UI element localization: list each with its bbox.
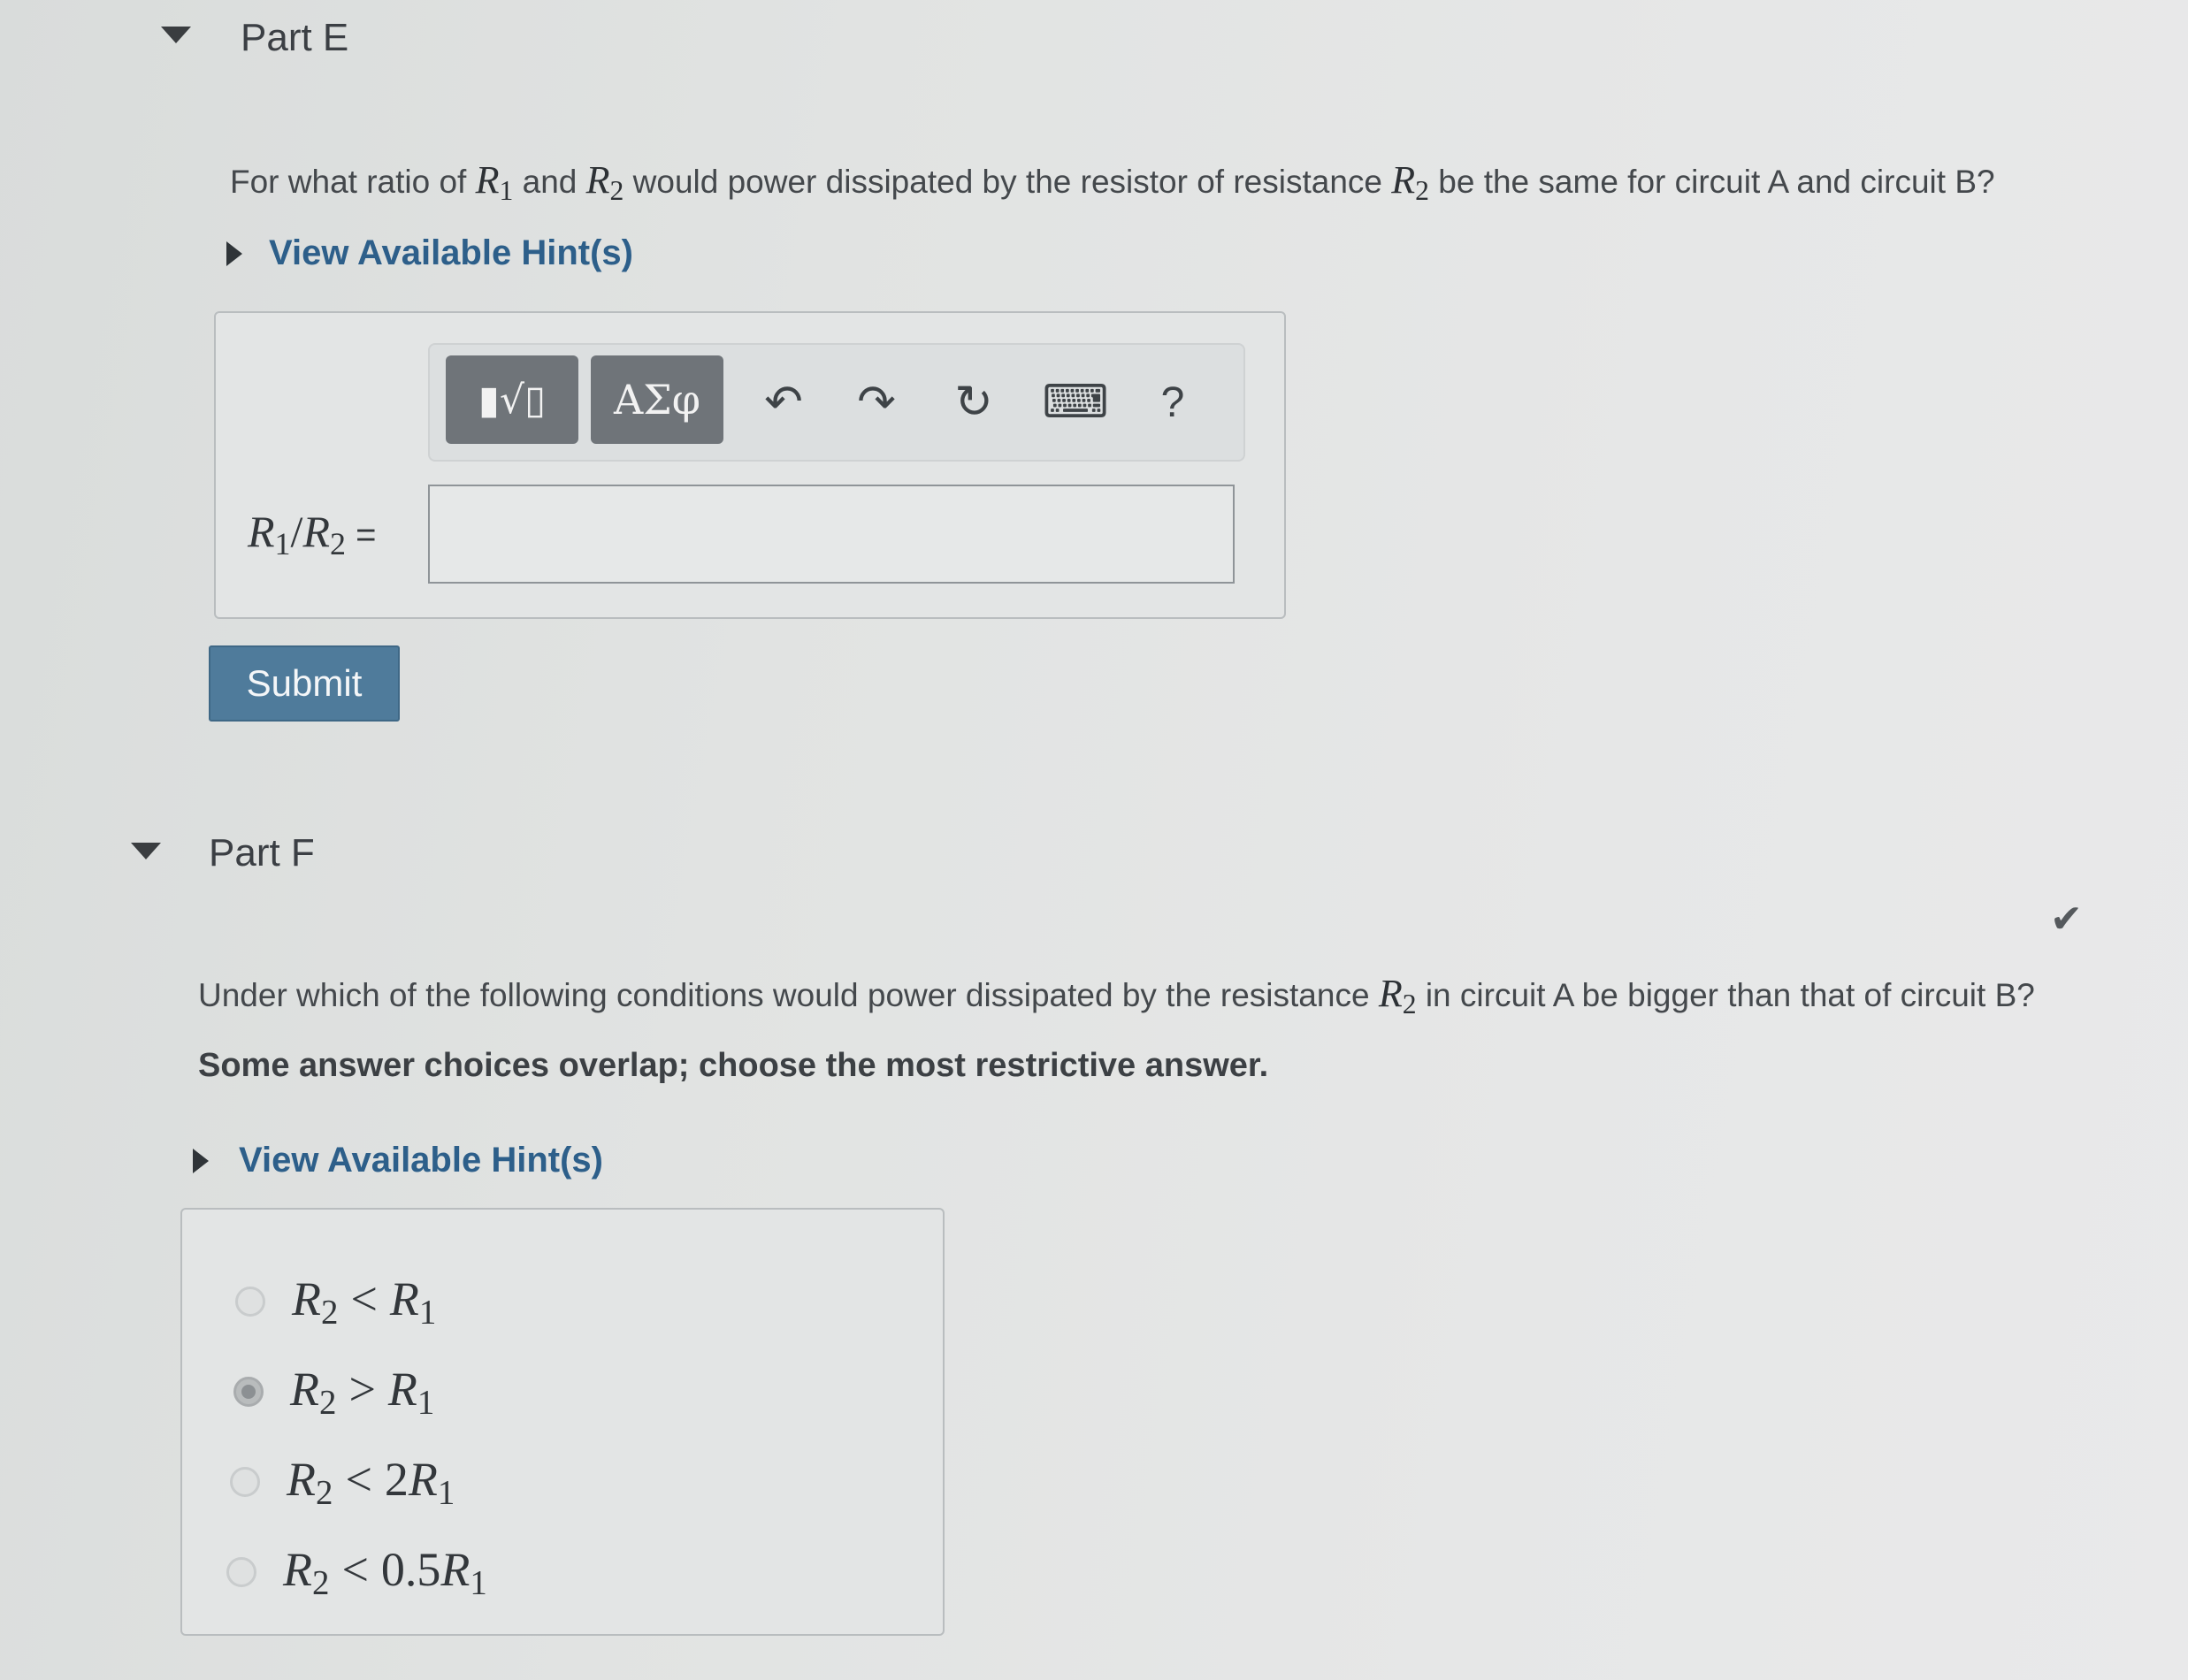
option-row[interactable]: R2 > R1 xyxy=(233,1362,434,1423)
r2-symbol: R2 xyxy=(585,158,624,206)
greek-symbols-button[interactable]: ΑΣφ xyxy=(591,355,723,444)
radio-button[interactable] xyxy=(230,1467,260,1498)
reset-icon[interactable]: ↻ xyxy=(938,363,1009,442)
undo-icon[interactable]: ↶ xyxy=(748,363,819,442)
option-label: R2 <2R1 xyxy=(287,1453,455,1512)
part-e-title: Part E xyxy=(241,16,349,59)
ratio-answer-input[interactable] xyxy=(428,485,1235,584)
checkmark-icon: ✔ xyxy=(2050,897,2083,942)
caret-right-icon xyxy=(193,1148,209,1173)
option-label: R2 <0.5R1 xyxy=(283,1543,487,1602)
r2-symbol: R2 xyxy=(1378,972,1417,1019)
part-f-question: Under which of the following conditions … xyxy=(198,972,2035,1019)
option-row[interactable]: R2 < R1 xyxy=(235,1271,436,1333)
part-e-question: For what ratio of R1 and R2 would power … xyxy=(230,158,1995,206)
part-e-collapse-icon[interactable] xyxy=(161,27,191,43)
part-f-hint-toggle[interactable]: View Available Hint(s) xyxy=(193,1141,603,1180)
help-icon[interactable]: ? xyxy=(1137,363,1208,442)
radio-button[interactable] xyxy=(226,1557,256,1588)
caret-right-icon xyxy=(226,241,242,266)
option-label: R2 > R1 xyxy=(290,1363,435,1422)
radio-button-selected[interactable] xyxy=(233,1377,264,1408)
submit-button[interactable]: Submit xyxy=(209,645,400,722)
option-label: R2 < R1 xyxy=(292,1272,437,1332)
greek-letters-label: ΑΣφ xyxy=(614,376,700,424)
option-row[interactable]: R2 <2R1 xyxy=(230,1452,455,1513)
templates-button[interactable]: ▮√▯ xyxy=(446,355,578,444)
part-f-options-box: R2 < R1 R2 > R1 R2 <2R1 R2 <0.5R1 xyxy=(180,1208,945,1636)
part-f-instruction: Some answer choices overlap; choose the … xyxy=(198,1047,1269,1084)
r2-symbol: R2 xyxy=(1391,158,1429,206)
templates-icon: ▮√▯ xyxy=(478,377,547,423)
part-e-hint-toggle[interactable]: View Available Hint(s) xyxy=(226,233,633,273)
option-row[interactable]: R2 <0.5R1 xyxy=(226,1542,487,1603)
redo-icon[interactable]: ↷ xyxy=(841,363,912,442)
answer-label: R1/R2 = xyxy=(248,507,377,561)
math-toolbar: ▮√▯ ΑΣφ ↶ ↷ ↻ ⌨ ? xyxy=(428,343,1245,462)
keyboard-icon[interactable]: ⌨ xyxy=(1040,363,1111,442)
part-f-collapse-icon[interactable] xyxy=(131,843,161,859)
radio-button[interactable] xyxy=(235,1287,265,1317)
part-f-title: Part F xyxy=(209,831,315,874)
r1-symbol: R1 xyxy=(475,158,514,206)
part-e-answer-box: ▮√▯ ΑΣφ ↶ ↷ ↻ ⌨ ? R1/R2 = xyxy=(214,311,1286,619)
view-hints-link[interactable]: View Available Hint(s) xyxy=(269,233,633,273)
view-hints-link[interactable]: View Available Hint(s) xyxy=(239,1141,603,1180)
